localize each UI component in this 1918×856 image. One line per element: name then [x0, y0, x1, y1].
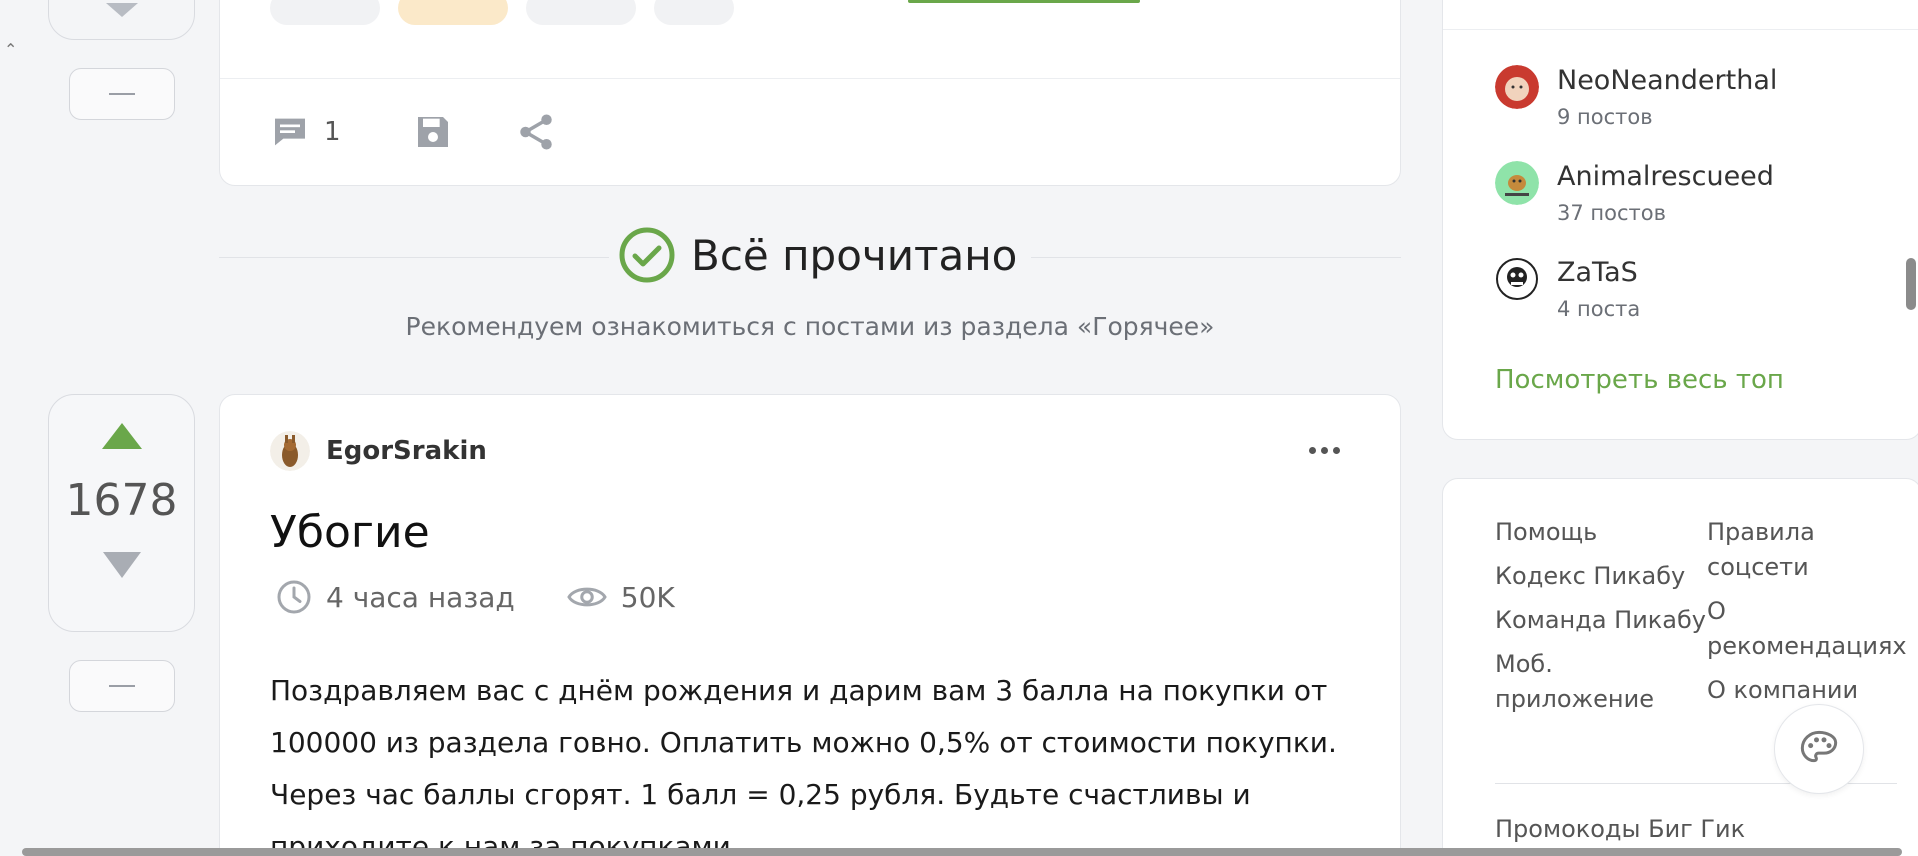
top-user-item[interactable]: Animalrescueed 37 постов: [1495, 159, 1774, 225]
divider: [219, 257, 609, 258]
link-code[interactable]: Кодекс Пикабу: [1495, 559, 1707, 594]
reactions-bar: [270, 0, 734, 25]
top-user-item[interactable]: ZaTaS 4 поста: [1495, 255, 1640, 321]
eye-icon: [567, 587, 607, 607]
reaction-button[interactable]: [526, 0, 636, 25]
save-button[interactable]: [413, 112, 453, 152]
post-author[interactable]: EgorSrakin: [270, 431, 487, 471]
comments-button[interactable]: 1: [270, 112, 341, 152]
all-read-banner: Всё прочитано: [219, 225, 1401, 295]
link-recommendations[interactable]: О рекомендациях: [1707, 594, 1907, 664]
link-team[interactable]: Команда Пикабу: [1495, 603, 1707, 638]
post-time: 4 часа назад: [326, 580, 515, 614]
user-name[interactable]: Animalrescueed: [1557, 159, 1774, 195]
minus-icon: [109, 93, 135, 95]
link-help[interactable]: Помощь: [1495, 515, 1707, 550]
link-mobile-app[interactable]: Моб. приложение: [1495, 647, 1707, 717]
link-rules[interactable]: Правила соцсети: [1707, 515, 1897, 585]
author-avatar[interactable]: [270, 431, 310, 471]
footer-links-card: Помощь Кодекс Пикабу Команда Пикабу Моб.…: [1442, 478, 1918, 856]
link-promocodes[interactable]: Промокоды Биг Гик: [1495, 815, 1745, 843]
more-options-icon[interactable]: [1309, 447, 1340, 454]
rating-count: 1678: [65, 475, 178, 526]
post-views: 50K: [620, 580, 675, 614]
check-circle-icon: [619, 227, 675, 283]
divider: [1031, 257, 1401, 258]
link-about[interactable]: О компании: [1707, 673, 1897, 708]
vote-panel: 1678: [48, 394, 195, 632]
post-actions: 1: [270, 111, 557, 153]
reaction-button[interactable]: [398, 0, 508, 25]
post-text: Поздравляем вас с днём рождения и дарим …: [270, 674, 1337, 856]
user-avatar[interactable]: [1495, 257, 1539, 301]
hide-post-button[interactable]: [69, 660, 175, 712]
hide-post-button[interactable]: [69, 68, 175, 120]
previous-post-card: 1: [219, 0, 1401, 186]
user-post-count: 37 постов: [1557, 201, 1666, 225]
downvote-button[interactable]: [102, 552, 141, 578]
links-column-1: Помощь Кодекс Пикабу Команда Пикабу Моб.…: [1495, 515, 1707, 726]
divider: [1443, 29, 1918, 30]
progress-bar: [908, 0, 1140, 3]
save-icon: [417, 117, 448, 147]
vertical-scrollbar[interactable]: [1906, 258, 1916, 310]
post-card: EgorSrakin Убогие 4 часа назад 50K Поздр…: [219, 394, 1401, 856]
collapse-up-icon[interactable]: ⌃: [4, 40, 17, 59]
post-title[interactable]: Убогие: [270, 507, 430, 558]
divider: [220, 78, 1400, 79]
comments-count: 1: [324, 117, 341, 147]
arrow-down-icon: [105, 3, 138, 17]
user-avatar[interactable]: [1495, 161, 1539, 205]
minus-icon: [109, 685, 135, 687]
links-column-2: Правила соцсети О рекомендациях О компан…: [1707, 515, 1907, 726]
top-authors-card: NeoNeanderthal 9 постов Animalrescueed 3…: [1442, 0, 1918, 440]
top-user-item[interactable]: NeoNeanderthal 9 постов: [1495, 63, 1777, 129]
user-name[interactable]: NeoNeanderthal: [1557, 63, 1777, 99]
downvote-button[interactable]: [48, 0, 195, 40]
all-read-subtitle: Рекомендуем ознакомиться с постами из ра…: [405, 312, 1215, 341]
reaction-button[interactable]: [270, 0, 380, 25]
footer-links: Помощь Кодекс Пикабу Команда Пикабу Моб.…: [1495, 515, 1907, 726]
see-all-top-link[interactable]: Посмотреть весь топ: [1495, 365, 1784, 395]
user-name[interactable]: ZaTaS: [1557, 255, 1640, 291]
share-icon: [519, 114, 552, 150]
share-button[interactable]: [515, 111, 557, 153]
comment-icon: [275, 118, 305, 146]
user-post-count: 4 поста: [1557, 297, 1641, 321]
theme-button[interactable]: [1774, 704, 1864, 794]
palette-icon: [1800, 730, 1838, 763]
upvote-button[interactable]: [101, 423, 142, 449]
post-meta: 4 часа назад 50K: [276, 579, 675, 615]
clock-icon: [277, 580, 311, 614]
user-post-count: 9 постов: [1557, 105, 1653, 129]
user-avatar[interactable]: [1495, 65, 1539, 109]
author-name[interactable]: EgorSrakin: [326, 436, 487, 466]
add-reaction-button[interactable]: [654, 0, 734, 25]
all-read-title: Всё прочитано: [691, 230, 1018, 280]
horizontal-scrollbar[interactable]: [22, 848, 1902, 856]
